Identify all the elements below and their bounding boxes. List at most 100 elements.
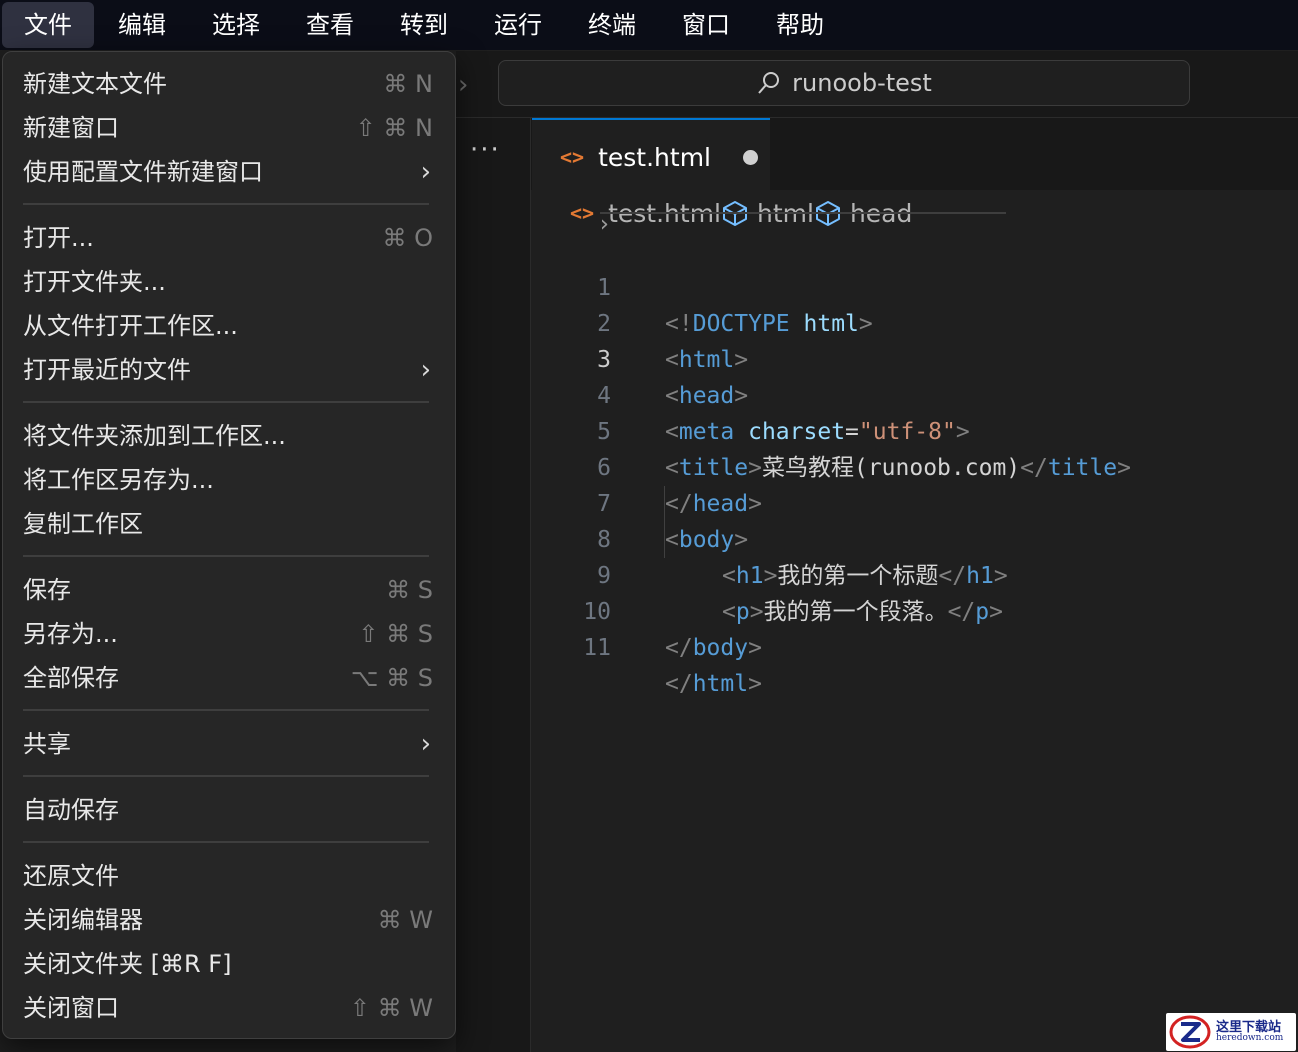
code-line[interactable]: 3 <head>	[531, 306, 1298, 409]
shortcut-label: ⌘ N	[383, 70, 433, 98]
menu-separator	[23, 775, 429, 777]
menu-item-label: 复制工作区	[23, 510, 143, 538]
chevron-right-icon: ›	[600, 212, 1006, 237]
menu-item-open[interactable]: 打开... ⌘ O	[23, 218, 433, 258]
menu-item-auto-save[interactable]: 自动保存	[23, 790, 433, 830]
menu-item-label: 使用配置文件新建窗口	[23, 158, 263, 186]
unsaved-dot-icon[interactable]	[743, 149, 758, 165]
menu-help[interactable]: 帮助	[754, 2, 846, 48]
menu-item-label: 打开文件夹...	[23, 268, 166, 296]
code-line[interactable]: 2 <html>	[531, 270, 1298, 373]
menu-item-label: 打开最近的文件	[23, 356, 191, 384]
command-center[interactable]: runoob-test	[498, 60, 1190, 106]
menu-item-new-window[interactable]: 新建窗口 ⇧ ⌘ N	[23, 108, 433, 148]
menu-item-label: 共享	[23, 730, 71, 758]
menu-item-label: 另存为...	[23, 620, 118, 648]
search-icon	[758, 72, 780, 94]
html-file-icon: <>	[560, 145, 585, 169]
shortcut-label: ⇧ ⌘ W	[349, 994, 433, 1022]
go-forward-icon[interactable]: ›	[458, 70, 468, 100]
menu-item-label: 自动保存	[23, 796, 119, 824]
shortcut-label: ⇧ ⌘ N	[355, 114, 433, 142]
menu-item-label: 将工作区另存为...	[23, 466, 214, 494]
menu-item-duplicate-workspace[interactable]: 复制工作区	[23, 504, 433, 544]
code-token: </	[665, 635, 693, 661]
code-line[interactable]: 7 <body>	[531, 450, 1298, 553]
menu-go[interactable]: 转到	[378, 2, 470, 48]
code-token: body	[692, 635, 749, 661]
line-number: 11	[583, 635, 611, 661]
menu-selection[interactable]: 选择	[190, 2, 282, 48]
file-menu-dropdown: 新建文本文件 ⌘ N 新建窗口 ⇧ ⌘ N 使用配置文件新建窗口 › 打开...…	[2, 51, 456, 1039]
menu-item-close-window[interactable]: 关闭窗口 ⇧ ⌘ W	[23, 988, 433, 1028]
menu-separator	[23, 555, 429, 557]
menu-item-label: 还原文件	[23, 862, 119, 890]
menu-item-label: 打开...	[23, 224, 94, 252]
more-actions-icon[interactable]: ···	[470, 135, 501, 165]
menu-separator	[23, 709, 429, 711]
watermark-logo: 这里下载站 heredown.com	[1166, 1013, 1296, 1051]
tab-label: test.html	[598, 142, 711, 172]
menu-run[interactable]: 运行	[472, 2, 564, 48]
menu-terminal[interactable]: 终端	[566, 2, 658, 48]
shortcut-label: ⌘ O	[382, 224, 433, 252]
code-token: >	[748, 671, 762, 697]
command-center-label: runoob-test	[792, 69, 932, 97]
shortcut-label: ⌘ W	[377, 906, 433, 934]
menu-item-add-folder-to-workspace[interactable]: 将文件夹添加到工作区...	[23, 416, 433, 456]
shortcut-label: ⌘ S	[386, 576, 433, 604]
menu-separator	[23, 401, 429, 403]
shortcut-label: ⌥ ⌘ S	[350, 664, 433, 692]
menu-view[interactable]: 查看	[284, 2, 376, 48]
menu-item-label: 关闭文件夹 [⌘R F]	[23, 950, 232, 978]
code-line[interactable]: 5 <title>菜鸟教程(runoob.com)</title>	[531, 378, 1298, 481]
menu-item-save-as[interactable]: 另存为... ⇧ ⌘ S	[23, 614, 433, 654]
code-token: </	[665, 671, 693, 697]
menu-item-new-text-file[interactable]: 新建文本文件 ⌘ N	[23, 64, 433, 104]
menu-item-label: 保存	[23, 576, 71, 604]
menu-item-close-editor[interactable]: 关闭编辑器 ⌘ W	[23, 900, 433, 940]
code-token: >	[748, 635, 762, 661]
menu-item-share[interactable]: 共享 ›	[23, 724, 433, 764]
chevron-right-icon: ›	[420, 729, 431, 759]
code-line[interactable]: 10 </body>	[531, 558, 1298, 661]
menu-item-new-window-profile[interactable]: 使用配置文件新建窗口 ›	[23, 152, 433, 192]
menu-item-open-recent[interactable]: 打开最近的文件 ›	[23, 350, 433, 390]
watermark-url: heredown.com	[1216, 1033, 1284, 1043]
menu-item-label: 全部保存	[23, 664, 119, 692]
code-line[interactable]: 8 <h1>我的第一个标题</h1>	[531, 486, 1298, 589]
menu-separator	[23, 841, 429, 843]
menu-item-open-workspace[interactable]: 从文件打开工作区...	[23, 306, 433, 346]
breadcrumb: <> test.html › html › head	[570, 196, 1006, 237]
heredown-logo-icon	[1169, 1015, 1211, 1049]
chevron-right-icon: ›	[420, 157, 431, 187]
code-line[interactable]: 11 </html>	[531, 594, 1298, 697]
menu-item-save-workspace-as[interactable]: 将工作区另存为...	[23, 460, 433, 500]
code-token: html	[692, 671, 749, 697]
side-panel	[456, 118, 531, 1052]
html-file-icon: <>	[570, 201, 595, 225]
menu-edit[interactable]: 编辑	[96, 2, 188, 48]
menu-item-close-folder[interactable]: 关闭文件夹 [⌘R F]	[23, 944, 433, 984]
menu-item-open-folder[interactable]: 打开文件夹...	[23, 262, 433, 302]
menu-item-label: 关闭编辑器	[23, 906, 143, 934]
menu-bar: 文件 编辑 选择 查看 转到 运行 终端 窗口 帮助	[0, 0, 1298, 50]
menu-item-save-all[interactable]: 全部保存 ⌥ ⌘ S	[23, 658, 433, 698]
chevron-right-icon: ›	[420, 355, 431, 385]
menu-item-label: 关闭窗口	[23, 994, 119, 1022]
code-line[interactable]: 4 <meta charset="utf-8">	[531, 342, 1298, 445]
code-line[interactable]: 1 <!DOCTYPE html>	[531, 234, 1298, 337]
code-line[interactable]: 6 </head>	[531, 414, 1298, 517]
shortcut-label: ⇧ ⌘ S	[358, 620, 433, 648]
menu-item-revert-file[interactable]: 还原文件	[23, 856, 433, 896]
menu-item-label: 从文件打开工作区...	[23, 312, 238, 340]
menu-item-label: 新建窗口	[23, 114, 119, 142]
tab-test-html[interactable]: <> test.html	[532, 118, 770, 194]
menu-separator	[23, 203, 429, 205]
menu-window[interactable]: 窗口	[660, 2, 752, 48]
menu-item-save[interactable]: 保存 ⌘ S	[23, 570, 433, 610]
menu-file[interactable]: 文件	[2, 2, 94, 48]
code-line[interactable]: 9 <p>我的第一个段落。</p>	[531, 522, 1298, 625]
menu-item-label: 新建文本文件	[23, 70, 167, 98]
menu-item-label: 将文件夹添加到工作区...	[23, 422, 286, 450]
